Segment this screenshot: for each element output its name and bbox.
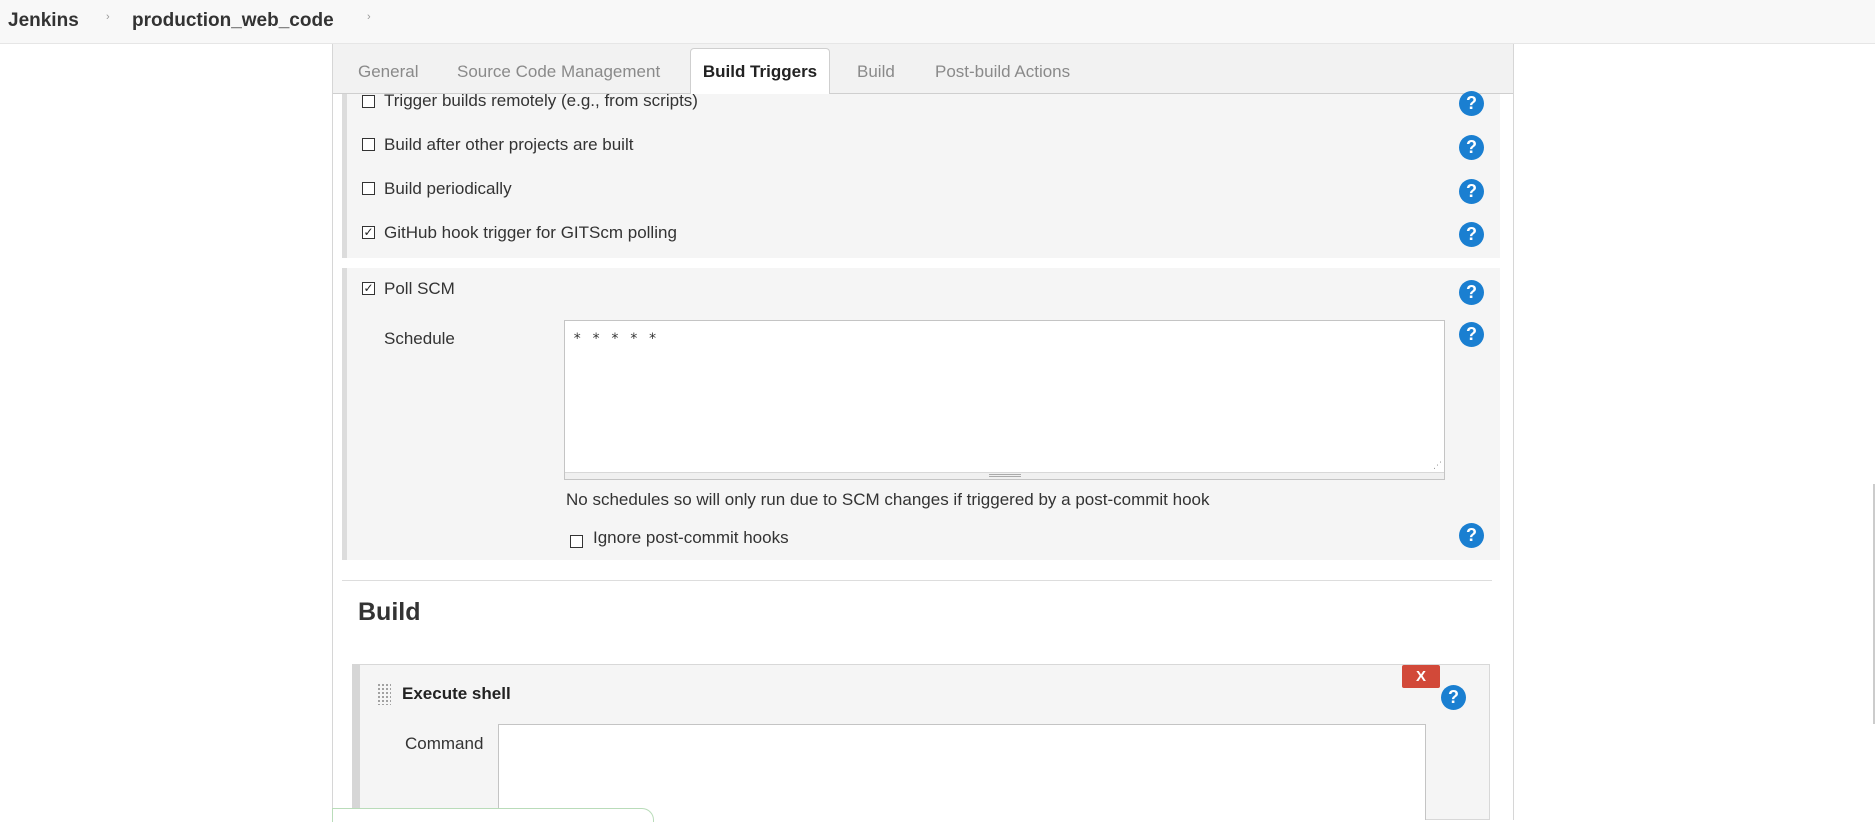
command-textarea[interactable] — [498, 724, 1426, 820]
help-icon[interactable]: ? — [1459, 222, 1484, 247]
section-rule — [342, 94, 347, 258]
tab-post-build-actions[interactable]: Post-build Actions — [935, 62, 1070, 82]
help-icon[interactable]: ? — [1459, 322, 1484, 347]
breadcrumb-separator-icon[interactable]: › — [106, 11, 110, 23]
schedule-label: Schedule — [384, 329, 455, 348]
execute-shell-title: Execute shell — [402, 684, 511, 703]
delete-step-button[interactable]: X — [1402, 665, 1440, 688]
section-divider — [342, 580, 1492, 581]
trigger-github-hook-checkbox[interactable]: ✓ — [362, 226, 375, 239]
breadcrumb: Jenkins › production_web_code › — [0, 0, 1875, 44]
help-icon[interactable]: ? — [1459, 91, 1484, 116]
trigger-periodically-checkbox[interactable] — [362, 182, 375, 195]
breadcrumb-jenkins[interactable]: Jenkins — [8, 10, 79, 32]
help-icon[interactable]: ? — [1459, 280, 1484, 305]
help-icon[interactable]: ? — [1441, 685, 1466, 710]
trigger-poll-scm-checkbox[interactable]: ✓ — [362, 282, 375, 295]
tab-build[interactable]: Build — [857, 62, 895, 82]
resize-handle-icon[interactable] — [989, 474, 1021, 477]
tab-general[interactable]: General — [358, 62, 418, 82]
help-icon[interactable]: ? — [1459, 179, 1484, 204]
trigger-github-hook-label[interactable]: GitHub hook trigger for GITScm polling — [384, 223, 677, 243]
breadcrumb-job[interactable]: production_web_code — [132, 10, 334, 32]
trigger-after-projects-label[interactable]: Build after other projects are built — [384, 135, 633, 155]
ignore-hooks-label[interactable]: Ignore post-commit hooks — [593, 528, 789, 548]
ignore-hooks-checkbox[interactable] — [570, 535, 583, 548]
trigger-remote-label[interactable]: Trigger builds remotely (e.g., from scri… — [384, 91, 698, 111]
trigger-after-projects-checkbox[interactable] — [362, 138, 375, 151]
schedule-info-text: No schedules so will only run due to SCM… — [566, 490, 1210, 509]
tab-source-code-management[interactable]: Source Code Management — [457, 62, 660, 82]
tab-build-triggers[interactable]: Build Triggers — [690, 48, 830, 95]
help-icon[interactable]: ? — [1459, 135, 1484, 160]
command-label: Command — [405, 734, 484, 753]
build-section-heading: Build — [358, 598, 421, 626]
step-rule — [352, 664, 360, 820]
trigger-poll-scm-label[interactable]: Poll SCM — [384, 279, 455, 299]
schedule-value[interactable]: * * * * * — [573, 331, 658, 347]
trigger-periodically-label[interactable]: Build periodically — [384, 179, 512, 199]
resize-grip-icon[interactable]: ⋰ — [1433, 461, 1442, 470]
section-rule — [342, 268, 347, 560]
trigger-remote-checkbox[interactable] — [362, 95, 375, 108]
breadcrumb-separator-icon[interactable]: › — [367, 11, 371, 23]
schedule-textarea[interactable]: * * * * * ⋰ — [564, 320, 1445, 480]
textarea-resize-bar[interactable] — [565, 472, 1444, 479]
drag-handle-icon[interactable] — [377, 683, 391, 705]
help-icon[interactable]: ? — [1459, 523, 1484, 548]
